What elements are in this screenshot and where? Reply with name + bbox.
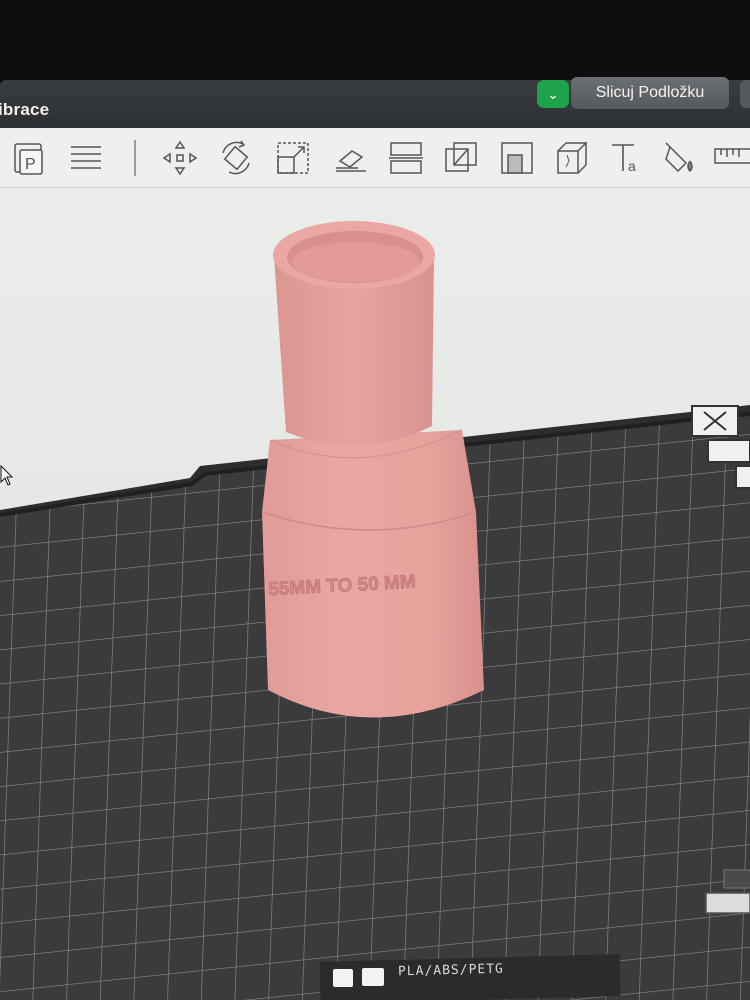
main-toolbar: P a [0, 128, 750, 188]
move-icon[interactable] [160, 138, 200, 178]
plate-lock-button[interactable] [705, 892, 750, 914]
plate-extra-button[interactable] [723, 869, 750, 889]
svg-text:a: a [628, 158, 636, 174]
slice-toggle-button[interactable]: ⌄ [537, 80, 569, 108]
slice-plate-button[interactable]: Slicuj Podložku [571, 77, 729, 109]
bed-filament-label: PLA/ABS/PETG [397, 961, 505, 980]
support-paint-icon[interactable] [497, 138, 537, 178]
plate-grid-icon[interactable] [362, 968, 384, 986]
plate-type-icon[interactable] [333, 969, 353, 987]
mouse-cursor [0, 465, 14, 486]
arrange-icon[interactable] [66, 138, 106, 178]
model-adapter[interactable]: 55MM TO 50 MM [261, 221, 484, 718]
toolbar-separator [134, 140, 136, 176]
chevron-down-icon: ⌄ [547, 85, 559, 102]
scale-icon[interactable] [273, 138, 313, 178]
cut-icon[interactable] [441, 138, 481, 178]
plate-icon[interactable]: P [10, 138, 50, 178]
rotate-icon[interactable] [216, 138, 256, 178]
export-button[interactable] [740, 80, 750, 108]
text-icon[interactable]: a [607, 138, 647, 178]
lay-on-face-icon[interactable] [331, 138, 371, 178]
split-icon[interactable] [386, 138, 426, 178]
tab-title[interactable]: ibrace [0, 100, 49, 120]
3d-viewport[interactable]: 55MM TO 50 MM PLA/ABS/PETG [0, 188, 750, 1000]
svg-text:P: P [25, 156, 36, 173]
measure-icon[interactable] [712, 138, 750, 178]
monitor-bezel [0, 0, 750, 88]
seam-paint-icon[interactable] [551, 138, 591, 178]
paint-icon[interactable] [661, 138, 701, 178]
scene-canvas: 55MM TO 50 MM [0, 221, 750, 1000]
plate-settings-button[interactable] [735, 465, 750, 489]
plate-arrange-button[interactable] [707, 439, 750, 463]
